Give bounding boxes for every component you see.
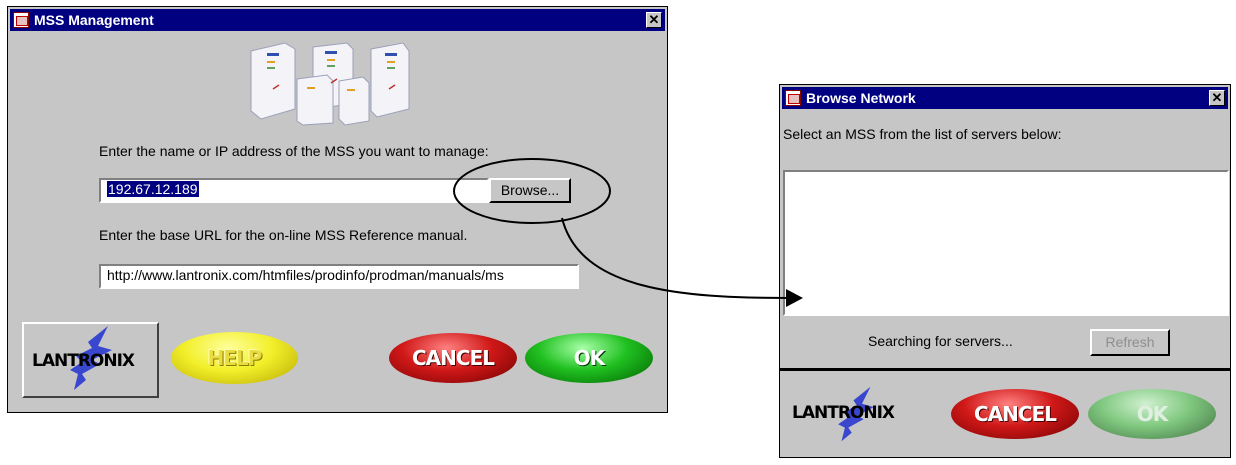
browse-title-bar[interactable]: Browse Network ✕	[782, 87, 1228, 109]
browse-lantronix-logo: LANTRONIX	[790, 385, 930, 445]
server-list-instruction: Select an MSS from the list of servers b…	[783, 126, 1062, 142]
manual-url-input[interactable]: http://www.lantronix.com/htmfiles/prodin…	[99, 264, 579, 289]
server-list[interactable]	[783, 170, 1229, 316]
ip-address-input[interactable]: 192.67.12.189	[99, 178, 489, 203]
browse-ok-button: OK	[1088, 389, 1216, 439]
window-title: MSS Management	[34, 12, 154, 28]
browse-close-button[interactable]: ✕	[1209, 90, 1225, 106]
browse-cancel-button[interactable]: CANCEL	[951, 389, 1079, 439]
lantronix-logo-button[interactable]: LANTRONIX	[22, 322, 159, 398]
help-button[interactable]: HELP	[171, 332, 298, 384]
title-bar[interactable]: MSS Management ✕	[10, 9, 665, 31]
browse-network-window: Browse Network ✕ Select an MSS from the …	[779, 84, 1231, 458]
search-status-text: Searching for servers...	[868, 333, 1013, 349]
browse-button[interactable]: Browse...	[489, 178, 571, 203]
footer-divider	[780, 368, 1230, 371]
mss-management-window: MSS Management ✕ Enter the name or IP ad…	[7, 6, 668, 413]
ok-button[interactable]: OK	[525, 333, 653, 383]
ip-prompt-label: Enter the name or IP address of the MSS …	[99, 143, 489, 159]
close-button[interactable]: ✕	[646, 12, 662, 28]
app-icon	[13, 12, 29, 28]
url-prompt-label: Enter the base URL for the on-line MSS R…	[99, 227, 468, 243]
cancel-button[interactable]: CANCEL	[389, 333, 517, 383]
browse-app-icon	[785, 90, 801, 106]
lantronix-logo-text: LANTRONIX	[32, 351, 135, 371]
ip-address-value: 192.67.12.189	[107, 181, 199, 197]
browse-window-title: Browse Network	[806, 90, 916, 106]
refresh-button[interactable]: Refresh	[1090, 329, 1170, 356]
mss-devices-image	[250, 42, 410, 126]
browse-lantronix-logo-text: LANTRONIX	[792, 403, 895, 423]
